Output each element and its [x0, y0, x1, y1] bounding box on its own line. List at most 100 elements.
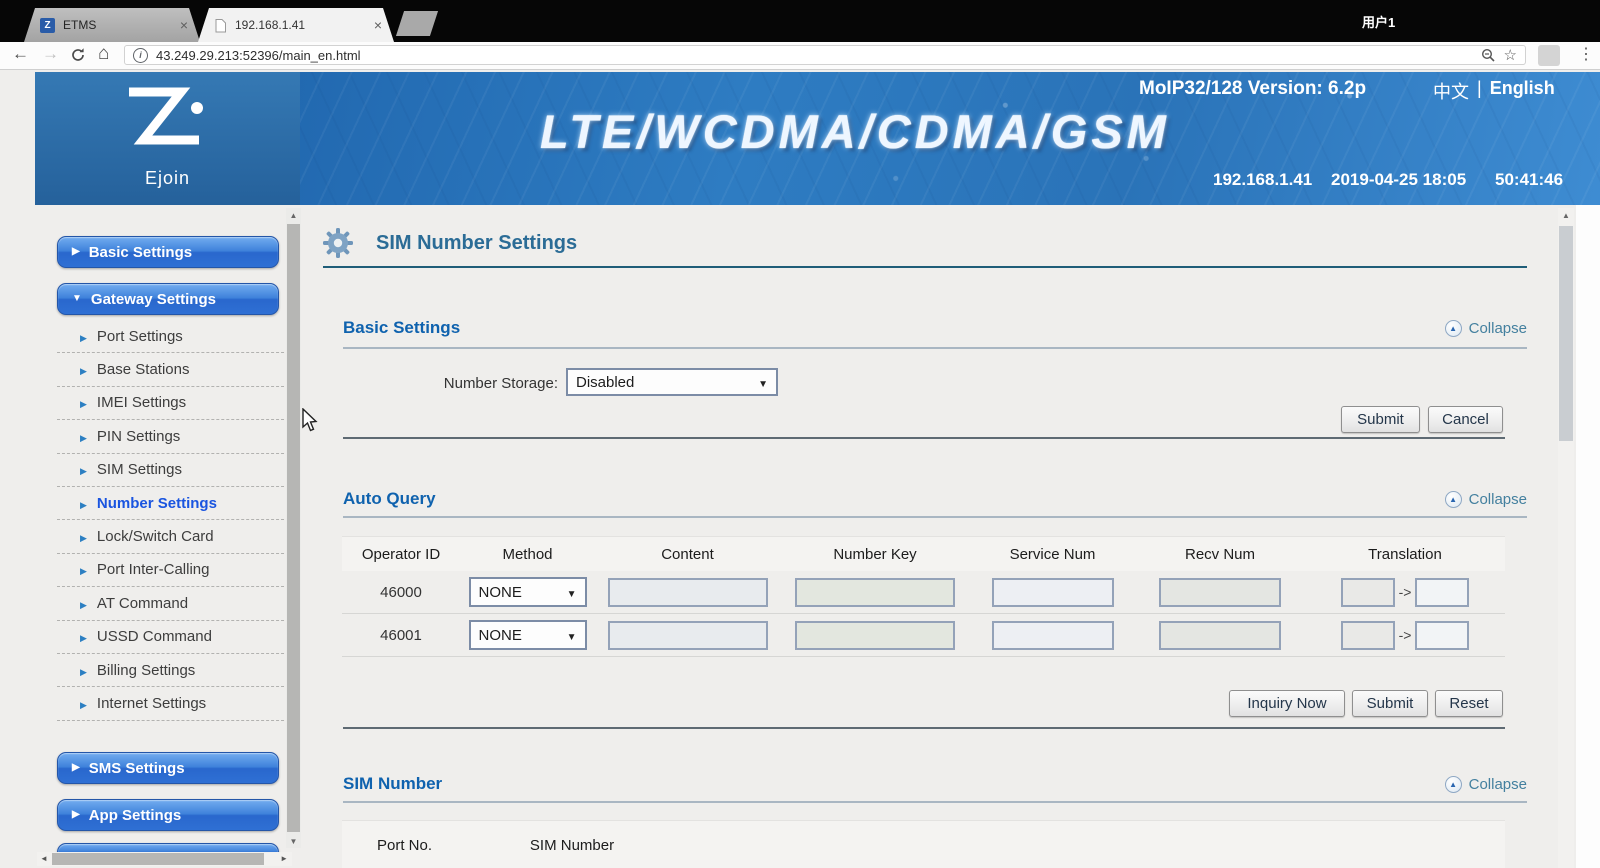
- table-header-row: Port No. SIM Number: [342, 820, 1505, 868]
- sidebar-group-label: SMS Settings: [88, 759, 185, 777]
- sidebar-item-sim-settings[interactable]: SIM Settings: [57, 454, 285, 487]
- number-key-input: [795, 620, 955, 650]
- operator-id: 46001: [380, 626, 422, 644]
- sidebar-item-port-settings[interactable]: Port Settings: [57, 320, 285, 354]
- sidebar-horizontal-scrollbar[interactable]: ◄ ►: [37, 852, 292, 866]
- scroll-left-icon[interactable]: ◄: [40, 854, 48, 863]
- bookmark-star-icon[interactable]: ☆: [1504, 46, 1517, 64]
- number-storage-label: Number Storage:: [443, 375, 558, 392]
- window-edge: [1576, 205, 1600, 868]
- device-ip: 192.168.1.41: [1213, 170, 1313, 189]
- collapse-link-auto-query[interactable]: Collapse: [1444, 490, 1527, 508]
- sidebar-item-lock-switch-card[interactable]: Lock/Switch Card: [57, 520, 285, 554]
- scroll-up-icon[interactable]: ▲: [1558, 211, 1574, 220]
- collapse-link-sim-number[interactable]: Collapse: [1444, 775, 1527, 793]
- triangle-bullet-icon: [80, 394, 87, 411]
- sidebar-item-label: AT Command: [96, 594, 189, 612]
- sidebar-group-sms-settings[interactable]: SMS Settings: [57, 752, 279, 784]
- sidebar-group-gateway-settings[interactable]: Gateway Settings: [57, 283, 279, 315]
- etms-favicon-icon: Z: [40, 18, 55, 33]
- browser-tab-etms[interactable]: Z ETMS ×: [24, 8, 200, 42]
- sidebar-item-label: Billing Settings: [96, 661, 196, 679]
- number-key-input: [795, 577, 955, 607]
- product-version: MoIP32/128 Version: 6.2p: [1139, 78, 1367, 99]
- scrollbar-thumb[interactable]: [52, 853, 264, 865]
- logo-text: Ejoin: [144, 168, 191, 188]
- extension-icon[interactable]: [1538, 45, 1560, 66]
- sidebar-group-app-settings[interactable]: App Settings: [57, 799, 279, 831]
- triangle-bullet-icon: [80, 495, 87, 512]
- sidebar-item-number-settings[interactable]: Number Settings: [57, 487, 285, 521]
- tab-close-icon[interactable]: ×: [374, 18, 382, 32]
- lang-chinese-link[interactable]: 中文: [1433, 78, 1469, 104]
- content-vertical-scrollbar[interactable]: ▲: [1558, 208, 1574, 868]
- screen: Z ETMS × 192.168.1.41 × 用户1 ← → ⌂ i 43.2…: [0, 0, 1600, 868]
- sidebar-item-at-command[interactable]: AT Command: [57, 587, 285, 621]
- method-select[interactable]: NONE: [468, 577, 587, 607]
- chevron-down-icon: [72, 294, 82, 304]
- lang-english-link[interactable]: English: [1490, 78, 1555, 104]
- sidebar-item-ussd-command[interactable]: USSD Command: [57, 621, 285, 654]
- section-divider: [343, 801, 1527, 803]
- section-bottom-rule: [343, 437, 1505, 439]
- recv-num-input: [1159, 620, 1281, 650]
- home-icon[interactable]: ⌂: [98, 43, 109, 65]
- triangle-bullet-icon: [80, 328, 87, 345]
- sidebar-item-base-stations[interactable]: Base Stations: [57, 353, 285, 387]
- collapse-label: Collapse: [1468, 775, 1527, 793]
- sidebar-item-port-inter-calling[interactable]: Port Inter-Calling: [57, 554, 285, 588]
- triangle-bullet-icon: [80, 628, 87, 645]
- sidebar-item-imei-settings[interactable]: IMEI Settings: [57, 387, 285, 421]
- sidebar-item-billing-settings[interactable]: Billing Settings: [57, 654, 285, 688]
- column-header: Recv Num: [1184, 545, 1255, 563]
- number-storage-select[interactable]: Disabled: [566, 368, 778, 396]
- sidebar-group-label: App Settings: [88, 806, 182, 824]
- tab-close-icon[interactable]: ×: [180, 18, 188, 32]
- chevron-right-icon: [72, 247, 80, 257]
- collapse-link-basic[interactable]: Collapse: [1444, 319, 1527, 337]
- reload-icon[interactable]: [70, 47, 86, 63]
- table-row: 46001 NONE ->: [342, 614, 1505, 657]
- selected-value: NONE: [478, 626, 522, 644]
- translation-from-input: [1340, 620, 1395, 650]
- sidebar-vertical-scrollbar[interactable]: ▲ ▼: [286, 208, 301, 848]
- method-select[interactable]: NONE: [468, 620, 587, 650]
- triangle-bullet-icon: [80, 528, 87, 545]
- column-header: Translation: [1368, 545, 1442, 563]
- operator-id: 46000: [380, 583, 422, 601]
- basic-submit-button[interactable]: Submit: [1341, 406, 1420, 433]
- scroll-up-icon[interactable]: ▲: [286, 211, 301, 220]
- new-tab-button[interactable]: [395, 11, 439, 36]
- selected-value: Disabled: [576, 373, 635, 391]
- scroll-right-icon[interactable]: ►: [280, 854, 288, 863]
- scrollbar-thumb[interactable]: [287, 224, 300, 832]
- sidebar-item-pin-settings[interactable]: PIN Settings: [57, 420, 285, 454]
- browser-menu-icon[interactable]: ⋮: [1578, 44, 1594, 64]
- inquiry-now-button[interactable]: Inquiry Now: [1229, 690, 1345, 717]
- chevron-right-icon: [72, 763, 80, 773]
- section-divider: [343, 516, 1527, 518]
- basic-cancel-button[interactable]: Cancel: [1428, 406, 1503, 433]
- scroll-down-icon[interactable]: ▼: [286, 837, 301, 846]
- scrollbar-thumb[interactable]: [1559, 226, 1573, 441]
- page-info-icon[interactable]: i: [133, 47, 148, 63]
- triangle-bullet-icon: [80, 461, 87, 478]
- tab-label: ETMS: [63, 18, 97, 32]
- content-input: [607, 577, 768, 607]
- query-submit-button[interactable]: Submit: [1352, 690, 1428, 717]
- sidebar-item-label: IMEI Settings: [96, 394, 187, 412]
- dropdown-arrow-icon: [567, 584, 577, 601]
- address-bar[interactable]: i 43.249.29.213:52396/main_en.html ☆: [124, 45, 1526, 65]
- back-icon[interactable]: ←: [12, 44, 29, 64]
- ejoin-logo-icon: [129, 87, 203, 145]
- browser-tab-active[interactable]: 192.168.1.41 ×: [198, 8, 394, 42]
- sidebar-item-internet-settings[interactable]: Internet Settings: [57, 687, 285, 721]
- zoom-icon[interactable]: [1481, 48, 1496, 63]
- collapse-up-icon: [1444, 490, 1462, 508]
- sidebar-item-label: USSD Command: [96, 628, 212, 646]
- query-reset-button[interactable]: Reset: [1435, 690, 1503, 717]
- service-num-input: [991, 620, 1114, 650]
- triangle-bullet-icon: [80, 595, 87, 612]
- sidebar-group-basic-settings[interactable]: Basic Settings: [57, 236, 279, 268]
- url-text[interactable]: 43.249.29.213:52396/main_en.html: [156, 48, 1473, 63]
